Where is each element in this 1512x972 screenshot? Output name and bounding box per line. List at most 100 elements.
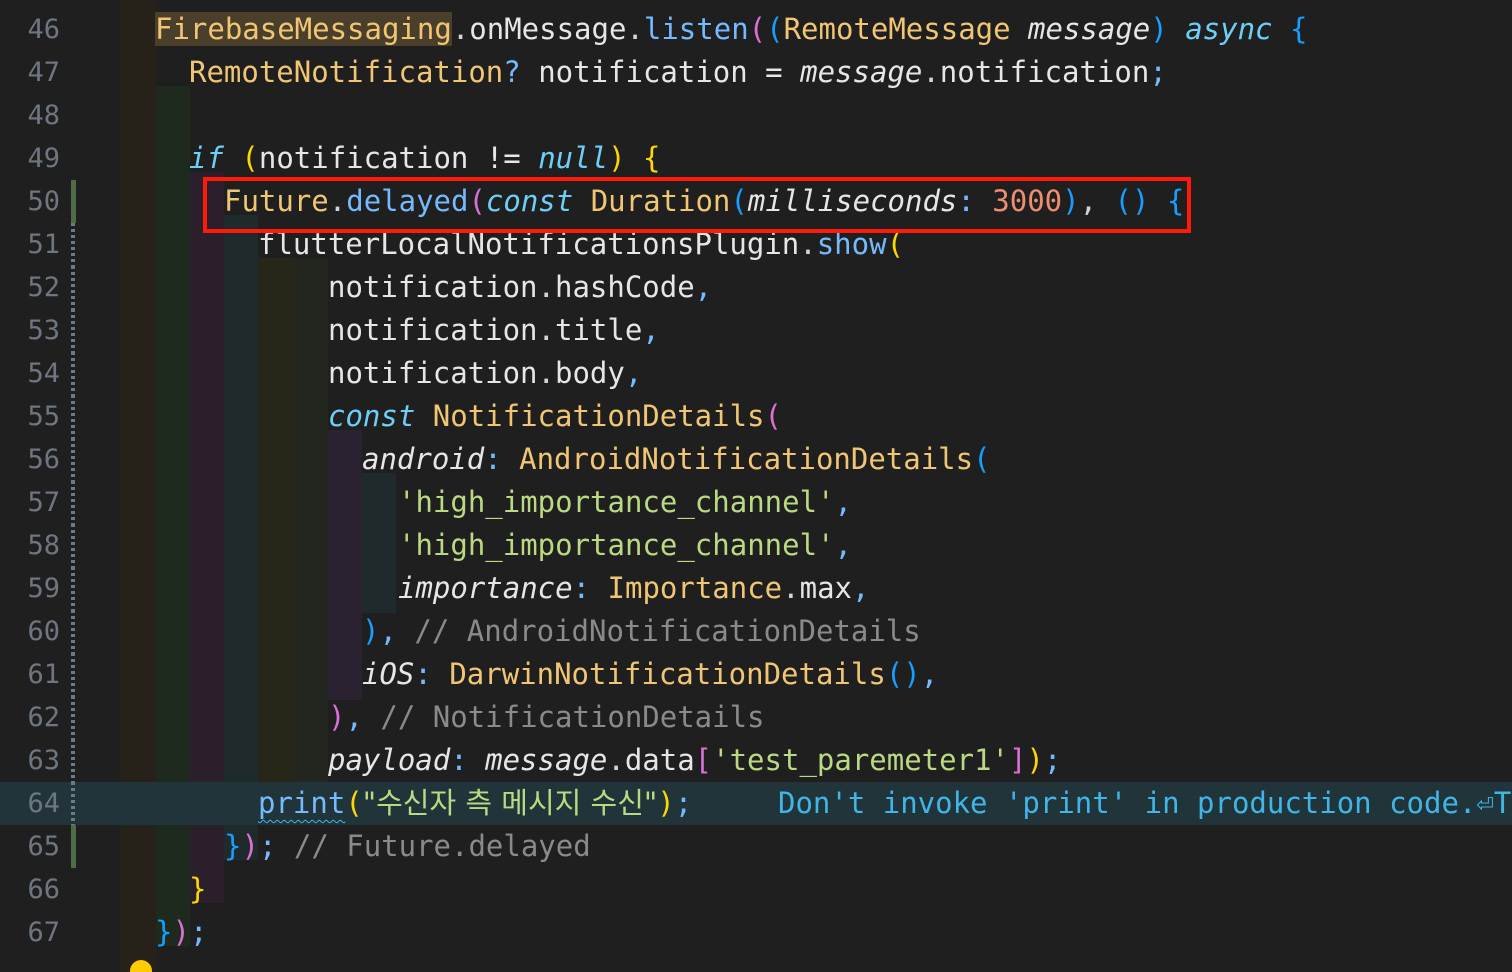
git-change-marker[interactable] xyxy=(71,653,75,696)
token-punc: ; xyxy=(1149,55,1167,89)
token-keyword: const xyxy=(328,399,416,433)
code-line-64[interactable]: 64 print("수신자 측 메시지 수신"); Don't invoke '… xyxy=(0,782,1512,825)
token-function: listen xyxy=(643,12,749,46)
code-line-59[interactable]: 59 importance: Importance.max, xyxy=(0,567,1512,610)
token-paren: ( xyxy=(241,141,259,175)
code-text: ), // NotificationDetails xyxy=(328,696,765,739)
git-change-marker[interactable] xyxy=(71,309,75,352)
token-var: notification xyxy=(328,313,538,347)
line-number: 58 xyxy=(27,530,60,561)
token-string: 'test_paremeter1' xyxy=(712,743,1009,777)
git-change-marker[interactable] xyxy=(71,524,75,567)
token-var: notification = xyxy=(520,55,801,89)
code-line-54[interactable]: 54 notification.body, xyxy=(0,352,1512,395)
token-paren: ) xyxy=(657,786,675,820)
token-brace: } xyxy=(189,872,207,906)
code-line-46[interactable]: 46 FirebaseMessaging.onMessage.listen((R… xyxy=(0,8,1512,51)
token-punc: , xyxy=(920,657,939,691)
code-line-53[interactable]: 53 notification.title, xyxy=(0,309,1512,352)
code-text: iOS: DarwinNotificationDetails(), xyxy=(362,653,938,696)
git-change-marker[interactable] xyxy=(71,825,76,868)
token-param: importance xyxy=(398,571,573,605)
line-number: 62 xyxy=(27,702,60,733)
lint-hint[interactable]: Don't invoke 'print' in production code.… xyxy=(778,782,1512,825)
token-keyword: async xyxy=(1185,12,1273,46)
token-brace: } xyxy=(224,829,242,863)
code-line-49[interactable]: 49 if (notification != null) { xyxy=(0,137,1512,180)
line-number: 57 xyxy=(27,487,60,518)
code-text: notification.title, xyxy=(328,309,660,352)
git-change-marker[interactable] xyxy=(71,352,75,395)
git-change-marker[interactable] xyxy=(71,395,75,438)
git-change-marker[interactable] xyxy=(71,739,75,782)
token-param: message xyxy=(485,743,608,777)
line-number: 52 xyxy=(27,272,60,303)
token-string: 'high_importance_channel' xyxy=(398,528,835,562)
code-text: FirebaseMessaging.onMessage.listen((Remo… xyxy=(155,8,1307,51)
token-param: message xyxy=(1028,12,1151,46)
line-number: 64 xyxy=(27,788,60,819)
code-text: }); // Future.delayed xyxy=(224,825,591,868)
git-change-marker[interactable] xyxy=(71,567,75,610)
code-line-56[interactable]: 56 android: AndroidNotificationDetails( xyxy=(0,438,1512,481)
code-line-47[interactable]: 47 RemoteNotification? notification = me… xyxy=(0,51,1512,94)
code-line-60[interactable]: 60 ), // AndroidNotificationDetails xyxy=(0,610,1512,653)
token-class: FirebaseMessaging xyxy=(155,12,452,46)
highlight-box xyxy=(203,177,1191,233)
code-text: ), // AndroidNotificationDetails xyxy=(362,610,921,653)
code-line-66[interactable]: 66 } xyxy=(0,868,1512,911)
code-line-65[interactable]: 65 }); // Future.delayed xyxy=(0,825,1512,868)
code-text: 'high_importance_channel', xyxy=(398,524,852,567)
git-change-marker[interactable] xyxy=(71,266,75,309)
token-paren: ( xyxy=(766,12,784,46)
code-line-52[interactable]: 52 notification.hashCode, xyxy=(0,266,1512,309)
code-text: payload: message.data['test_paremeter1']… xyxy=(328,739,1061,782)
code-text: 'high_importance_channel', xyxy=(398,481,852,524)
token-param: payload xyxy=(328,743,451,777)
token-punc: , xyxy=(624,356,643,390)
git-change-marker[interactable] xyxy=(71,438,75,481)
token-punc: : xyxy=(414,657,450,691)
code-editor[interactable]: 46 FirebaseMessaging.onMessage.listen((R… xyxy=(0,0,1512,972)
line-number: 49 xyxy=(27,143,60,174)
code-line-48[interactable]: 48 xyxy=(0,94,1512,137)
code-line-67[interactable]: 67 }); xyxy=(0,911,1512,954)
token-prop: notification xyxy=(939,55,1150,89)
token-function[interactable]: print xyxy=(258,786,345,820)
token-class: DarwinNotificationDetails xyxy=(449,657,886,691)
token-punc: , xyxy=(345,700,363,734)
token-class: Importance xyxy=(607,571,783,605)
git-change-marker[interactable] xyxy=(71,223,75,266)
token-string: "수신자 측 메시지 수신" xyxy=(362,786,658,820)
token-param: message xyxy=(800,55,923,89)
line-number: 63 xyxy=(27,745,60,776)
token-bracket: [ xyxy=(694,743,713,777)
git-change-marker[interactable] xyxy=(71,610,75,653)
line-number: 65 xyxy=(27,831,60,862)
git-change-marker[interactable] xyxy=(71,696,75,739)
line-number: 55 xyxy=(27,401,60,432)
line-number: 53 xyxy=(27,315,60,346)
token-paren: ) xyxy=(1026,743,1044,777)
token-prop: title xyxy=(554,313,643,347)
line-number: 59 xyxy=(27,573,60,604)
code-line-62[interactable]: 62 ), // NotificationDetails xyxy=(0,696,1512,739)
code-line-57[interactable]: 57 'high_importance_channel', xyxy=(0,481,1512,524)
git-change-marker[interactable] xyxy=(71,481,75,524)
code-line-61[interactable]: 61 iOS: DarwinNotificationDetails(), xyxy=(0,653,1512,696)
git-change-marker[interactable] xyxy=(71,782,75,825)
code-line-58[interactable]: 58 'high_importance_channel', xyxy=(0,524,1512,567)
token-punc: . xyxy=(537,356,555,390)
token-class: AndroidNotificationDetails xyxy=(519,442,974,476)
token-comment: // NotificationDetails xyxy=(362,700,765,734)
line-number: 60 xyxy=(27,616,60,647)
token-punc: , xyxy=(642,313,660,347)
code-line-55[interactable]: 55 const NotificationDetails( xyxy=(0,395,1512,438)
token-param: iOS xyxy=(362,657,415,691)
git-change-marker[interactable] xyxy=(71,180,76,223)
code-line-63[interactable]: 63 payload: message.data['test_paremeter… xyxy=(0,739,1512,782)
